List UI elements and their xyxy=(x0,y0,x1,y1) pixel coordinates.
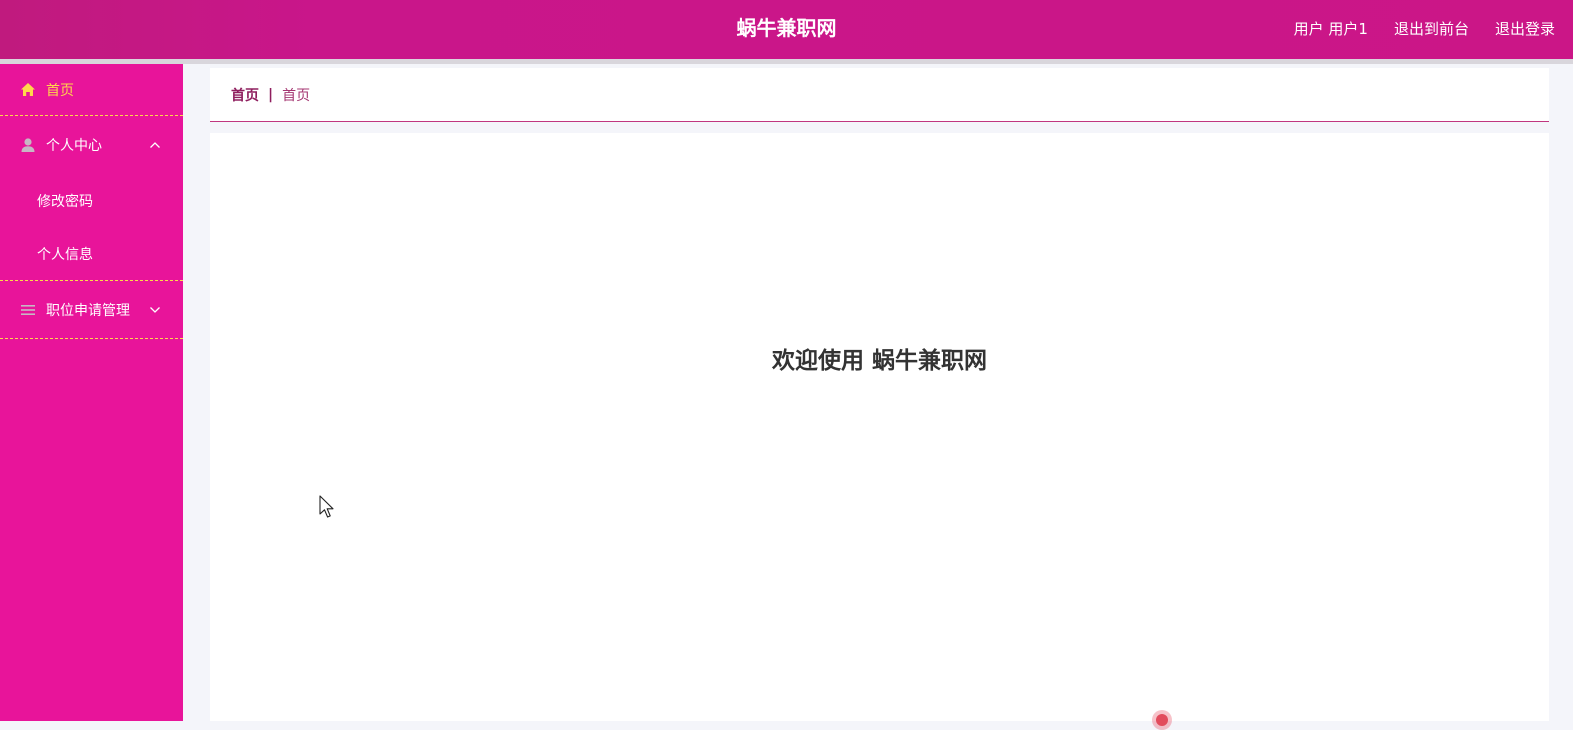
chevron-down-icon xyxy=(149,281,161,338)
list-icon xyxy=(20,303,38,317)
sidebar-item-label: 首页 xyxy=(46,82,74,99)
welcome-message: 欢迎使用 蜗牛兼职网 xyxy=(771,348,987,374)
exit-to-front-link[interactable]: 退出到前台 xyxy=(1394,18,1469,39)
breadcrumb-current: 首页 xyxy=(282,87,311,104)
sidebar-item-job-application-management[interactable]: 职位申请管理 xyxy=(0,281,183,339)
logout-link[interactable]: 退出登录 xyxy=(1495,18,1555,39)
user-icon xyxy=(20,137,38,153)
sidebar-item-label: 职位申请管理 xyxy=(46,302,130,319)
top-header-bar: 蜗牛兼职网 用户 用户1 退出到前台 退出登录 xyxy=(0,0,1573,59)
breadcrumb: 首页 | 首页 xyxy=(210,68,1549,122)
header-divider xyxy=(0,59,1573,64)
breadcrumb-home[interactable]: 首页 xyxy=(231,85,259,105)
floating-widget-icon[interactable] xyxy=(1152,710,1172,730)
sidebar-menu: 首页 个人中心 修改密码 个人信息 职位申请管理 xyxy=(0,64,183,721)
mouse-pointer-icon xyxy=(319,495,335,519)
current-user-label: 用户 用户1 xyxy=(1293,19,1368,38)
sidebar-item-home[interactable]: 首页 xyxy=(0,64,183,116)
header-user-actions: 用户 用户1 退出到前台 退出登录 xyxy=(1294,0,1555,56)
sidebar-item-label: 个人中心 xyxy=(46,138,102,154)
breadcrumb-separator: | xyxy=(268,86,274,103)
main-content: 欢迎使用 蜗牛兼职网 xyxy=(210,133,1549,721)
sidebar-item-change-password[interactable]: 修改密码 xyxy=(0,174,183,227)
chevron-up-icon xyxy=(149,116,161,174)
sidebar-item-personal-center[interactable]: 个人中心 xyxy=(0,116,183,174)
sidebar-item-personal-info[interactable]: 个人信息 xyxy=(0,227,183,280)
home-icon xyxy=(20,82,38,97)
personal-center-submenu: 修改密码 个人信息 xyxy=(0,174,183,281)
